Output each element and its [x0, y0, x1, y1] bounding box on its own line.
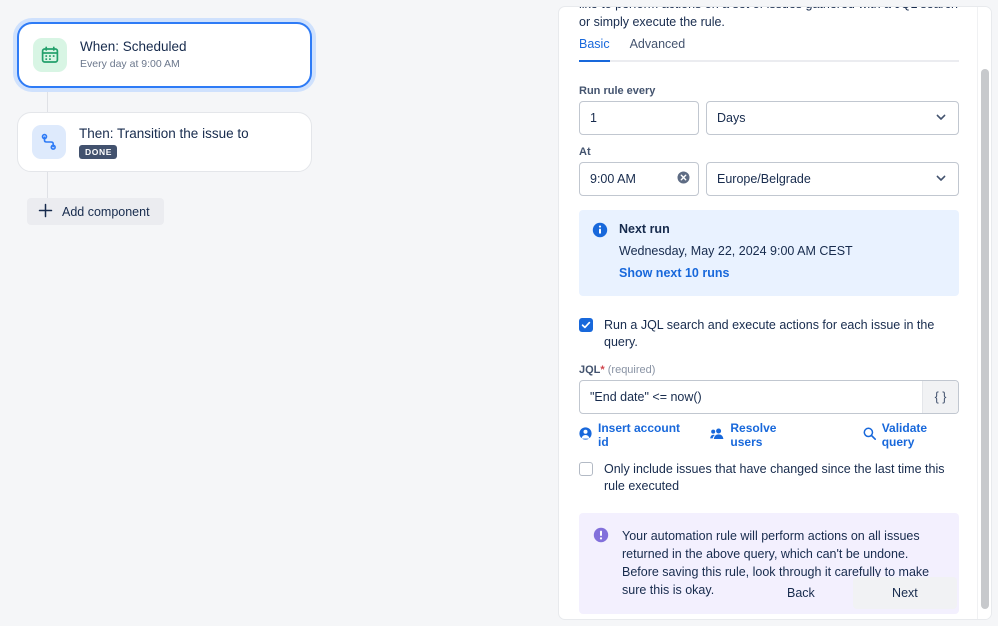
when-node-text: When: Scheduled Every day at 9:00 AM	[80, 39, 187, 71]
next-run-body: Next run Wednesday, May 22, 2024 9:00 AM…	[619, 222, 853, 281]
branch-transition-icon	[32, 125, 66, 159]
rule-node-when-scheduled[interactable]: When: Scheduled Every day at 9:00 AM	[17, 22, 312, 88]
next-run-info-box: Next run Wednesday, May 22, 2024 9:00 AM…	[579, 210, 959, 296]
jql-search-checkbox-row[interactable]: Run a JQL search and execute actions for…	[579, 317, 959, 351]
next-run-title: Next run	[619, 222, 670, 236]
required-star: *	[600, 364, 605, 376]
run-rule-every-row: 1 Days	[579, 101, 959, 135]
changed-since-checkbox-row[interactable]: Only include issues that have changed si…	[579, 461, 959, 495]
add-component-button[interactable]: Add component	[27, 198, 164, 225]
chevron-down-icon	[935, 111, 947, 126]
status-badge: DONE	[79, 144, 117, 159]
panel-scroll-area: like to perform actions on a set of issu…	[559, 7, 979, 619]
calendar-icon	[33, 38, 67, 72]
validate-query-label: Validate query	[881, 421, 928, 449]
jql-search-checkbox[interactable]	[579, 318, 593, 332]
rule-config-panel: like to perform actions on a set of issu…	[558, 6, 992, 620]
panel-scrollbar-thumb[interactable]	[981, 69, 989, 609]
people-icon	[710, 427, 724, 443]
panel-footer: Back Next	[559, 567, 977, 619]
at-label: At	[579, 146, 591, 158]
show-next-runs-link[interactable]: Show next 10 runs	[619, 266, 853, 281]
jql-label-text: JQL	[579, 364, 601, 376]
info-icon	[592, 222, 608, 281]
panel-tabs: Basic Advanced	[579, 37, 959, 62]
panel-scrollbar-track[interactable]	[977, 7, 991, 619]
timezone-select[interactable]: Europe/Belgrade	[706, 162, 959, 196]
interval-unit-select[interactable]: Days	[706, 101, 959, 135]
jql-input[interactable]: "End date" <= now() { }	[579, 380, 959, 414]
next-button[interactable]: Next	[852, 577, 957, 609]
when-node-subtitle: Every day at 9:00 AM	[80, 58, 180, 70]
insert-account-id-label: Insert account id	[598, 421, 681, 449]
interval-value-text: 1	[590, 111, 597, 125]
resolve-users-label: Resolve users	[730, 421, 777, 449]
app-root: When: Scheduled Every day at 9:00 AM The…	[0, 0, 998, 626]
tab-advanced[interactable]: Advanced	[630, 37, 686, 60]
jql-field-label: JQL* (required)	[579, 364, 959, 376]
connector-line-1	[47, 88, 48, 114]
time-input[interactable]: 9:00 AM	[579, 162, 699, 196]
when-node-title: When: Scheduled	[80, 39, 187, 54]
back-button[interactable]: Back	[769, 578, 833, 608]
interval-unit-value: Days	[717, 111, 746, 125]
rule-node-then-transition[interactable]: Then: Transition the issue to DONE	[17, 112, 312, 172]
search-icon	[863, 427, 876, 443]
jql-input-value: "End date" <= now()	[590, 390, 702, 404]
connector-line-2	[47, 172, 48, 200]
time-value: 9:00 AM	[590, 172, 636, 186]
rule-canvas: When: Scheduled Every day at 9:00 AM The…	[0, 0, 558, 626]
add-component-label: Add component	[62, 204, 150, 219]
run-rule-every-label: Run rule every	[579, 85, 656, 97]
smart-values-brace-button[interactable]: { }	[922, 381, 958, 413]
resolve-users-link[interactable]: Resolve users	[710, 421, 807, 449]
changed-since-checkbox[interactable]	[579, 462, 593, 476]
plus-icon	[38, 203, 53, 221]
timezone-value: Europe/Belgrade	[717, 172, 811, 186]
interval-value-input[interactable]: 1	[579, 101, 699, 135]
insert-account-id-link[interactable]: Insert account id	[579, 421, 689, 449]
tab-basic[interactable]: Basic	[579, 37, 610, 62]
panel-intro-text: like to perform actions on a set of issu…	[579, 7, 958, 29]
then-node-text: Then: Transition the issue to DONE	[79, 126, 249, 159]
person-icon	[579, 427, 592, 443]
then-node-title: Then: Transition the issue to	[79, 125, 249, 141]
required-note: (required)	[607, 364, 656, 376]
chevron-down-icon	[935, 172, 947, 187]
clear-icon[interactable]	[677, 171, 690, 187]
jql-search-checkbox-label: Run a JQL search and execute actions for…	[604, 318, 935, 349]
jql-action-links: Insert account id Resolve users Validate…	[579, 421, 959, 449]
validate-query-link[interactable]: Validate query	[863, 421, 959, 449]
changed-since-checkbox-label: Only include issues that have changed si…	[604, 462, 945, 493]
at-row: 9:00 AM Europe/Belgrade	[579, 162, 959, 196]
next-run-date: Wednesday, May 22, 2024 9:00 AM CEST	[619, 244, 853, 258]
